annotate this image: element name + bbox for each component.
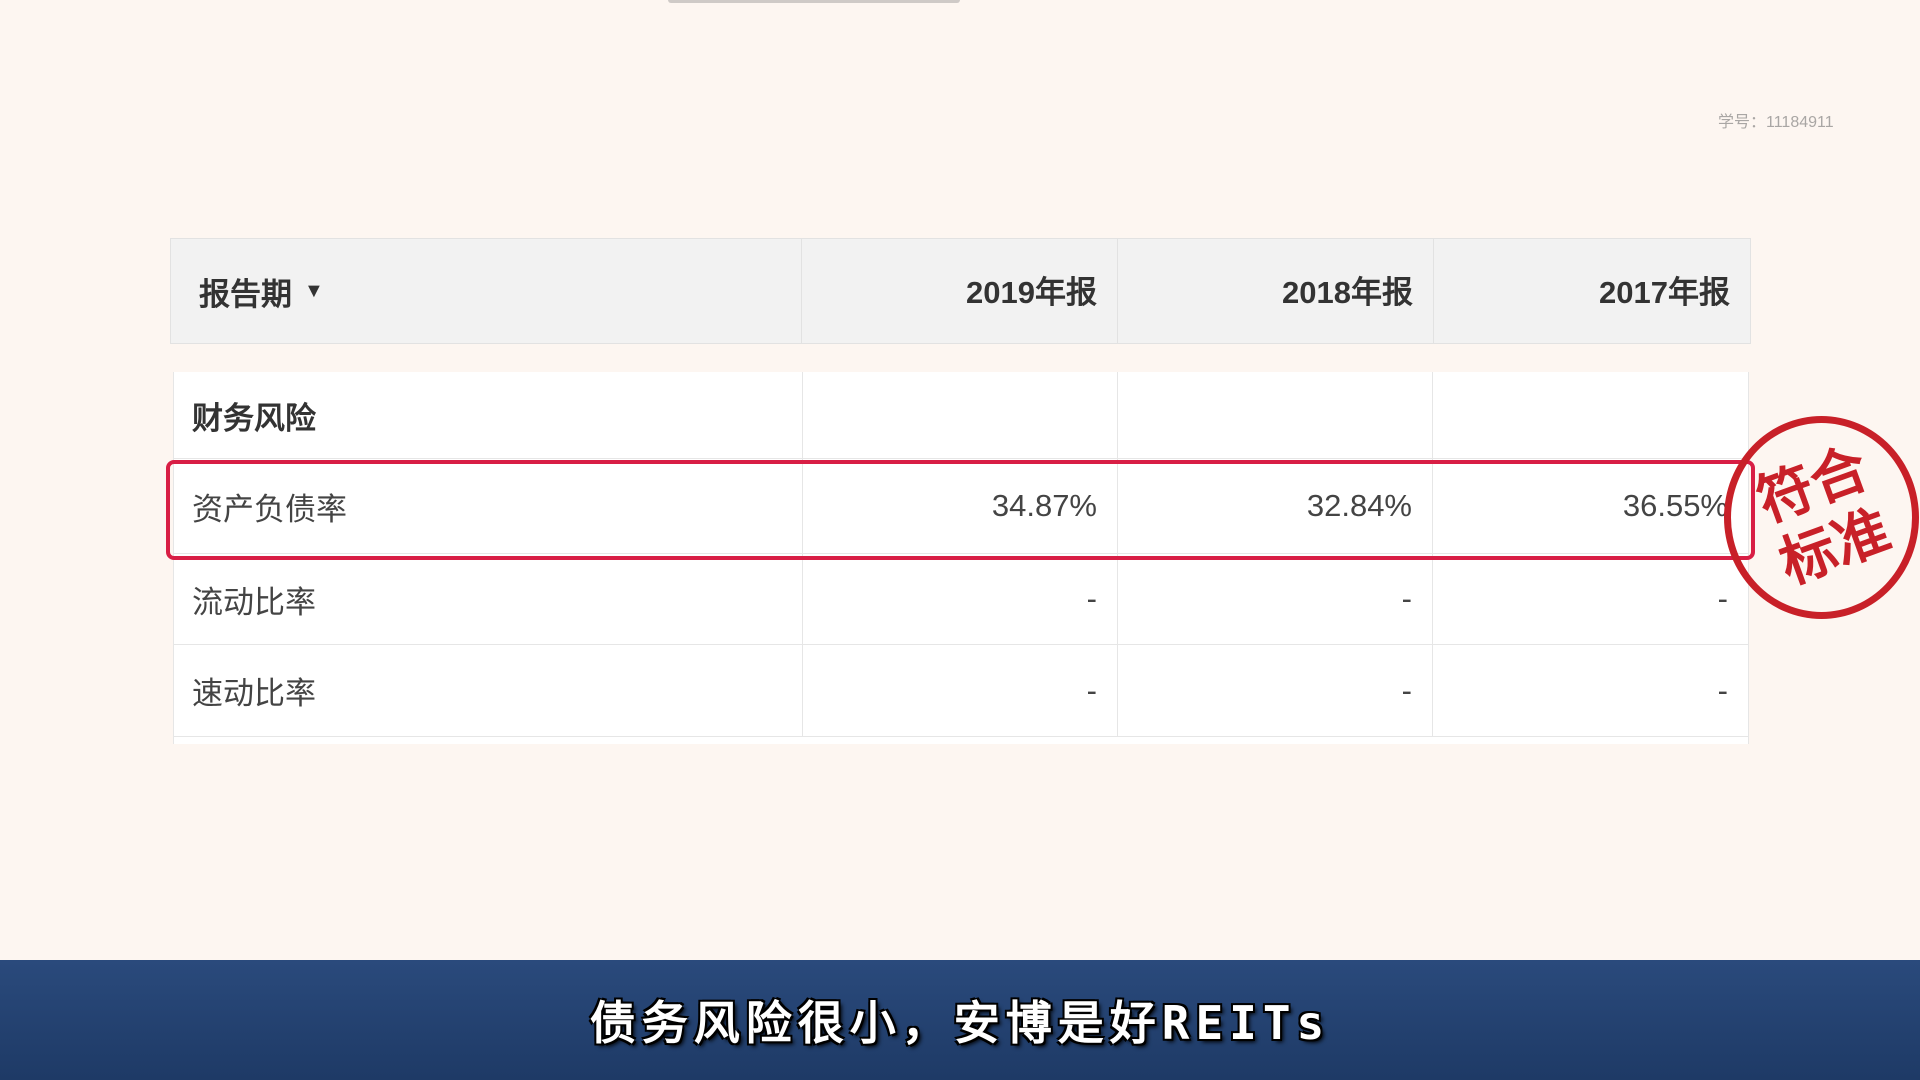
table-cell [1118,372,1433,458]
report-period-dropdown[interactable]: 报告期 ▼ [171,239,802,343]
table-cell [1433,372,1748,458]
table-header: 报告期 ▼ 2019年报 2018年报 2017年报 [170,238,1751,344]
stamp-text: 符合 标准 [1722,426,1920,608]
row-label: 速动比率 [174,645,803,736]
row-label: 流动比率 [174,554,803,644]
column-header-2017: 2017年报 [1599,275,1730,310]
report-period-label: 报告期 [199,276,292,312]
table-cell: - [1717,581,1728,616]
table-cell: - [803,645,1118,736]
table-cell: 32.84% [1118,459,1433,553]
table-cell: - [1118,554,1433,644]
table-row: 资产负债率 34.87% 32.84% 36.55% [174,459,1748,554]
table-cell: - [803,554,1118,644]
student-id-watermark: 学号：11184911 [1718,114,1834,131]
subtitle-bar: 债务风险很小，安博是好REITs [0,960,1920,1080]
column-header-2019: 2019年报 [802,239,1118,343]
subtitle-text: 债务风险很小，安博是好REITs [589,996,1331,1050]
row-label: 资产负债率 [174,459,803,553]
table-cell: - [1118,645,1433,736]
section-row: 财务风险 [174,372,1748,459]
section-title: 财务风险 [174,372,803,458]
approval-stamp: 符合 标准 [1724,416,1919,619]
top-tab-indicator [668,0,960,3]
table-body: 财务风险 资产负债率 34.87% 32.84% 36.55% 流动比率 - -… [173,372,1749,744]
table-row: 速动比率 - - - [174,645,1748,737]
table-cell [803,372,1118,458]
table-cell: 36.55% [1622,488,1728,523]
table-cell: - [1717,672,1728,708]
column-header-2018: 2018年报 [1118,239,1434,343]
caret-down-icon: ▼ [304,279,324,302]
table-row: 流动比率 - - - [174,554,1748,645]
table-cell: 34.87% [803,459,1118,553]
